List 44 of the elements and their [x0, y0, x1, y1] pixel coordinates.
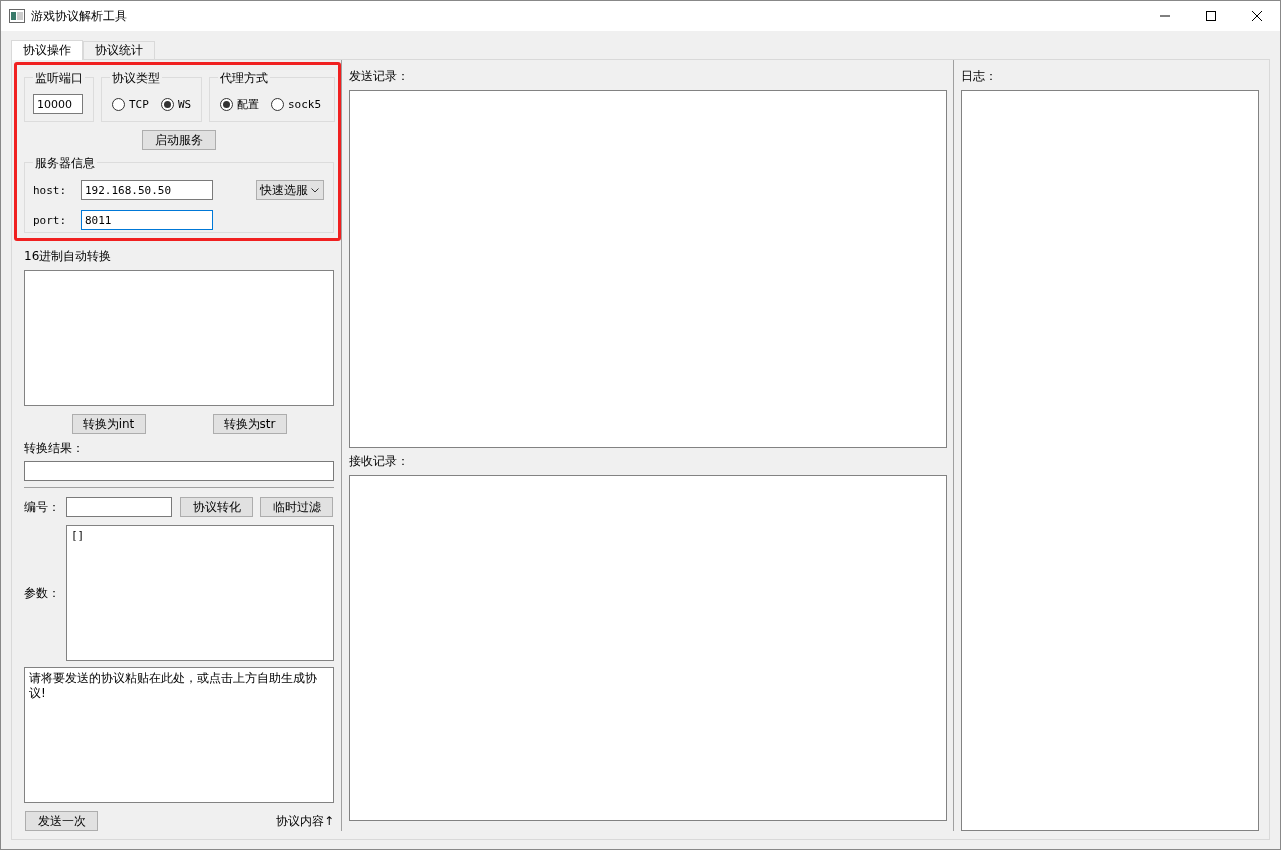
group-title: 监听端口 [33, 70, 85, 87]
radio-option[interactable]: 配置 [220, 97, 259, 112]
section-title: 16进制自动转换 [24, 248, 113, 265]
window-title: 游戏协议解析工具 [31, 7, 128, 25]
maximize-icon [1206, 11, 1216, 21]
protocol-button[interactable]: 协议转化 [180, 497, 253, 517]
radio-label: WS [177, 98, 192, 111]
id-field[interactable] [66, 497, 172, 517]
chevron-down-icon [311, 187, 319, 193]
content-label: 协议内容↑ [275, 812, 334, 830]
quick-select-dropdown[interactable]: 快速选服 [256, 180, 324, 200]
close-icon [1252, 11, 1262, 21]
hex-input-area[interactable] [24, 270, 334, 406]
port-input[interactable]: 10000 [33, 94, 83, 114]
params-label: 参数： [24, 584, 61, 602]
tab[interactable]: 协议操作 [11, 40, 83, 60]
host-input[interactable]: 192.168.50.50 [81, 180, 213, 200]
convert-button[interactable]: 转换为str [212, 414, 287, 434]
result-label: 转换结果： [24, 440, 85, 457]
protocol-content-area[interactable]: 请将要发送的协议粘贴在此处，或点击上方自助生成协议! [24, 667, 334, 803]
group-title: 服务器信息 [33, 155, 97, 172]
radio-label: TCP [129, 98, 149, 111]
radio-option[interactable]: TCP [112, 98, 149, 111]
params-area[interactable]: [] [66, 525, 334, 661]
protocol-button[interactable]: 临时过滤 [260, 497, 333, 517]
result-field[interactable] [24, 461, 334, 481]
convert-button[interactable]: 转换为int [71, 414, 146, 434]
tab[interactable]: 协议统计 [83, 41, 155, 59]
app-icon [9, 9, 25, 23]
radio-option[interactable]: sock5 [271, 98, 322, 111]
send-once-button[interactable]: 发送一次 [25, 811, 98, 831]
panel-title: 日志： [961, 68, 998, 85]
host-label: host: [33, 183, 68, 197]
port-label: port: [33, 213, 68, 227]
panel-title: 接收记录： [349, 453, 410, 470]
radio-label: 配置 [237, 97, 259, 112]
radio-option[interactable]: WS [160, 98, 192, 111]
port-input[interactable]: 8011 [81, 210, 213, 230]
group-title: 协议类型 [110, 70, 162, 87]
id-label: 编号： [24, 498, 58, 516]
panel-title: 发送记录： [349, 68, 410, 85]
group-title: 代理方式 [218, 70, 270, 87]
start-service-button[interactable]: 启动服务 [142, 130, 216, 150]
radio-label: sock5 [288, 98, 322, 111]
